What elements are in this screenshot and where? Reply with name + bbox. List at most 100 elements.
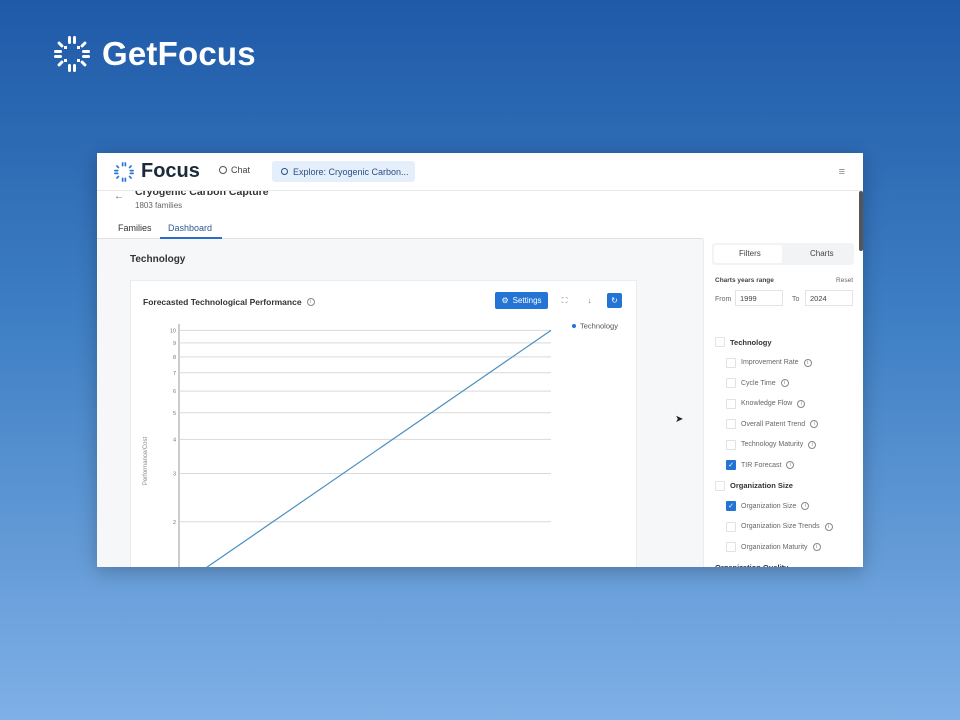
reset-link[interactable]: Reset bbox=[836, 277, 853, 284]
filter-item[interactable]: Overall Patent Trend i bbox=[726, 419, 819, 429]
line-chart: 2 3 4 5 6 7 8 9 10 Performance/Cost Technology bbox=[143, 322, 618, 567]
filter-item[interactable]: Organization Maturity i bbox=[726, 542, 821, 552]
tab-charts[interactable]: Charts bbox=[810, 249, 834, 258]
filter-item[interactable]: Improvement Rate i bbox=[726, 357, 812, 368]
checked-checkbox[interactable]: ✓ bbox=[726, 501, 736, 511]
y-tick-label: 10 bbox=[170, 328, 176, 334]
filters-sidebar: Filters Charts Charts years range Reset … bbox=[703, 191, 863, 568]
filter-item-label: Improvement Rate bbox=[741, 359, 799, 366]
filter-item-label: Organization Maturity bbox=[741, 543, 808, 551]
settings-label: Settings bbox=[512, 296, 542, 305]
filter-item-label: Knowledge Flow bbox=[741, 400, 793, 407]
settings-button[interactable]: ⚙ Settings bbox=[495, 292, 548, 309]
getfocus-brand: GetFocus bbox=[52, 34, 256, 74]
filter-group-label: Organization Quality bbox=[715, 562, 789, 568]
getfocus-logo-icon bbox=[54, 36, 90, 72]
focus-logo-icon bbox=[114, 161, 134, 182]
y-tick-label: 9 bbox=[173, 341, 176, 347]
filter-item-label: Technology Maturity bbox=[741, 441, 804, 448]
group-checkbox[interactable] bbox=[715, 337, 725, 347]
legend-label: Technology bbox=[580, 322, 618, 331]
y-tick-label: 7 bbox=[173, 371, 176, 377]
checkbox[interactable] bbox=[726, 378, 736, 388]
app-window: Focus Chat Explore: Cryogenic Carbon... … bbox=[97, 153, 863, 567]
filter-item[interactable]: ✓ TIR Forecast i bbox=[726, 460, 795, 470]
fullscreen-icon[interactable]: ⛶ bbox=[557, 293, 572, 308]
filter-item[interactable]: Knowledge Flow i bbox=[726, 398, 806, 409]
mouse-cursor-icon: ➤ bbox=[675, 414, 684, 425]
explore-tab[interactable]: Explore: Cryogenic Carbon... bbox=[272, 161, 415, 182]
refresh-icon[interactable]: ↻ bbox=[607, 293, 622, 308]
checkbox[interactable] bbox=[726, 542, 736, 552]
chat-icon bbox=[219, 166, 227, 174]
years-range-label: Charts years range bbox=[715, 277, 774, 284]
filter-group-2[interactable]: Organization Quality bbox=[715, 563, 788, 568]
chat-link[interactable]: Chat bbox=[219, 165, 250, 175]
info-icon[interactable]: i bbox=[780, 379, 789, 387]
filter-item-label: Cycle Time bbox=[741, 379, 776, 387]
to-year-input[interactable]: 2024 bbox=[805, 290, 853, 306]
gear-icon: ⚙ bbox=[501, 296, 509, 305]
chart-title: Forecasted Technological Performance i bbox=[143, 297, 315, 307]
menu-icon[interactable]: ≡ bbox=[839, 166, 845, 178]
filter-group-1[interactable]: Organization Size bbox=[715, 480, 793, 491]
y-tick-label: 8 bbox=[173, 355, 176, 361]
chart-card: Forecasted Technological Performance i ⚙… bbox=[130, 280, 637, 567]
explore-label: Explore: Cryogenic Carbon... bbox=[293, 166, 409, 177]
info-icon[interactable]: i bbox=[801, 502, 810, 510]
y-axis-label: Performance/Cost bbox=[143, 436, 149, 485]
info-icon[interactable]: i bbox=[803, 358, 812, 367]
tab-dashboard[interactable]: Dashboard bbox=[168, 223, 212, 233]
info-icon[interactable]: i bbox=[812, 543, 821, 551]
top-bar: Focus Chat Explore: Cryogenic Carbon... … bbox=[97, 153, 863, 191]
y-tick-label: 4 bbox=[173, 437, 176, 443]
filter-group-0[interactable]: Technology bbox=[715, 337, 772, 347]
chart-title-text: Forecasted Technological Performance bbox=[143, 297, 302, 307]
info-icon[interactable]: i bbox=[306, 298, 315, 306]
filter-item-label: TIR Forecast bbox=[741, 461, 782, 469]
checkbox[interactable] bbox=[726, 419, 736, 429]
tab-filters[interactable]: Filters bbox=[739, 249, 761, 258]
sidebar-segmented-control: Filters Charts bbox=[712, 243, 854, 265]
y-tick-label: 3 bbox=[173, 472, 176, 478]
info-icon[interactable]: i bbox=[810, 420, 819, 428]
info-icon[interactable]: i bbox=[786, 461, 795, 469]
from-label: From bbox=[715, 296, 732, 303]
to-label: To bbox=[792, 296, 800, 303]
checkbox[interactable] bbox=[726, 357, 736, 368]
filter-item[interactable]: Technology Maturity i bbox=[726, 439, 817, 450]
filter-item[interactable]: Organization Size Trends i bbox=[726, 521, 833, 532]
info-icon[interactable]: i bbox=[824, 522, 833, 531]
section-title: Technology bbox=[130, 254, 186, 265]
legend-marker bbox=[572, 324, 576, 328]
project-subtitle: 1803 families bbox=[135, 201, 183, 210]
search-icon bbox=[281, 168, 288, 175]
filter-item-label: Organization Size Trends bbox=[741, 523, 820, 530]
download-icon[interactable]: ↓ bbox=[582, 293, 597, 308]
from-year-input[interactable]: 1999 bbox=[735, 290, 783, 306]
filter-item-label: Overall Patent Trend bbox=[741, 420, 806, 428]
filter-item[interactable]: Cycle Time i bbox=[726, 378, 789, 388]
filter-item[interactable]: ✓ Organization Size i bbox=[726, 501, 810, 511]
tab-families[interactable]: Families bbox=[118, 223, 152, 233]
info-icon[interactable]: i bbox=[797, 399, 806, 408]
group-checkbox[interactable] bbox=[715, 480, 725, 491]
dashboard-main: Technology Forecasted Technological Perf… bbox=[97, 239, 703, 567]
back-arrow-icon[interactable]: ← bbox=[114, 191, 124, 202]
chat-label: Chat bbox=[231, 165, 251, 175]
page-tabs: Families Dashboard bbox=[97, 215, 703, 239]
filter-group-label: Technology bbox=[730, 337, 772, 347]
checkbox[interactable] bbox=[726, 398, 736, 409]
filter-item-label: Organization Size bbox=[741, 502, 797, 510]
app-name: Focus bbox=[141, 160, 200, 182]
app-logo[interactable]: Focus bbox=[113, 160, 200, 183]
series-line-technology bbox=[206, 329, 552, 567]
checkbox[interactable] bbox=[726, 521, 736, 532]
checkbox[interactable] bbox=[726, 439, 736, 450]
scrollbar[interactable] bbox=[859, 191, 863, 251]
info-icon[interactable]: i bbox=[808, 440, 817, 449]
y-tick-label: 5 bbox=[173, 411, 176, 417]
y-tick-label: 6 bbox=[173, 389, 176, 395]
checked-checkbox[interactable]: ✓ bbox=[726, 460, 736, 470]
y-tick-label: 2 bbox=[173, 520, 176, 526]
